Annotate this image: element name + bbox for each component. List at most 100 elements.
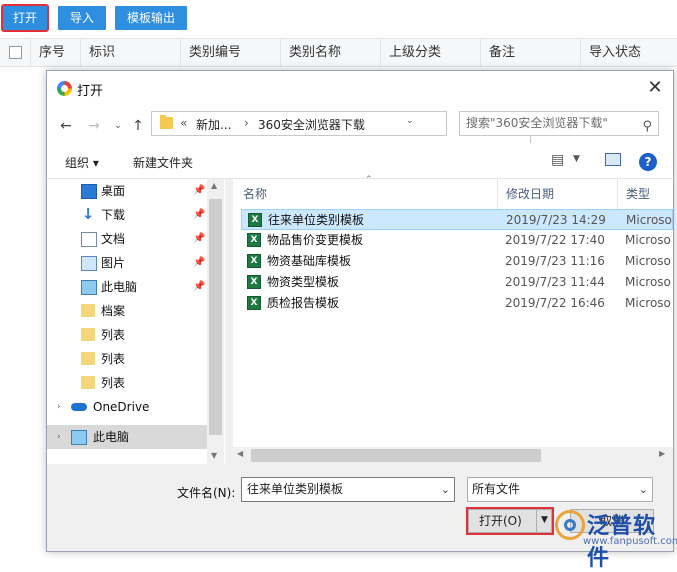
template-export-button[interactable]: 模板输出 xyxy=(115,6,187,30)
file-list-pane: 名称 ⌃ 修改日期 类型 X 往来单位类别模板 2019/7/23 14:29 … xyxy=(233,175,673,464)
file-type: Microso xyxy=(626,213,672,227)
sort-up-icon: ⌃ xyxy=(365,175,373,185)
grid-col-category-name[interactable]: 类别名称 xyxy=(280,39,380,67)
up-arrow-icon[interactable]: ↑ xyxy=(129,117,147,135)
excel-file-icon: X xyxy=(247,296,261,310)
preview-pane-icon[interactable] xyxy=(605,153,621,166)
file-type: Microso xyxy=(625,233,671,247)
scroll-right-icon[interactable]: ▶ xyxy=(659,449,665,458)
recent-locations-chevron-icon[interactable]: ⌄ xyxy=(109,117,127,135)
folder-icon xyxy=(81,328,95,341)
address-overflow[interactable]: « xyxy=(180,116,187,130)
excel-file-icon: X xyxy=(248,213,262,227)
file-row[interactable]: X 质检报告模板 2019/7/22 16:46 Microso xyxy=(241,293,673,314)
folder-icon xyxy=(81,304,95,317)
nav-item-onedrive[interactable]: › OneDrive xyxy=(47,395,207,419)
file-date: 2019/7/23 11:16 xyxy=(505,254,605,268)
grid-col-category-code[interactable]: 类别编号 xyxy=(180,39,280,67)
chevron-down-icon[interactable]: ⌄ xyxy=(441,478,450,501)
nav-item-documents[interactable]: 文档 📌 xyxy=(47,227,207,251)
open-options-dropdown-icon[interactable]: ▼ xyxy=(536,509,552,533)
scroll-down-icon[interactable]: ▼ xyxy=(211,451,217,460)
select-all-checkbox[interactable] xyxy=(9,46,22,59)
nav-item-list-2[interactable]: 列表 xyxy=(47,347,207,371)
view-dropdown-icon[interactable]: ▼ xyxy=(573,154,580,164)
file-row[interactable]: X 物资类型模板 2019/7/23 11:44 Microso xyxy=(241,272,673,293)
folder-icon xyxy=(81,352,95,365)
open-file-dialog: 打开 ✕ ← → ⌄ ↑ « 新加... › 360安全浏览器下载 ⌄ ↻ 搜索… xyxy=(46,70,674,552)
scroll-left-icon[interactable]: ◀ xyxy=(237,449,243,458)
file-row[interactable]: X 物品售价变更模板 2019/7/22 17:40 Microso xyxy=(241,230,673,251)
nav-item-pictures[interactable]: 图片 📌 xyxy=(47,251,207,275)
file-type: Microso xyxy=(625,275,671,289)
file-row[interactable]: X 往来单位类别模板 2019/7/23 14:29 Microso xyxy=(241,209,673,230)
column-header-type[interactable]: 类型 xyxy=(617,179,677,209)
scrollbar-thumb[interactable] xyxy=(251,449,541,462)
nav-item-list-3[interactable]: 列表 xyxy=(47,371,207,395)
excel-file-icon: X xyxy=(247,233,261,247)
nav-item-label: 档案 xyxy=(101,304,126,318)
nav-item-label: 列表 xyxy=(101,376,126,390)
nav-scrollbar[interactable]: ▲ ▼ xyxy=(207,179,224,464)
grid-header: 序号 标识 类别编号 类别名称 上级分类 备注 导入状态 xyxy=(0,38,677,67)
excel-file-icon: X xyxy=(247,275,261,289)
search-placeholder: 搜索"360安全浏览器下载" xyxy=(466,116,608,130)
forward-arrow-icon[interactable]: → xyxy=(85,117,103,135)
computer-icon xyxy=(81,280,97,295)
nav-item-archive[interactable]: 档案 xyxy=(47,299,207,323)
desktop-icon xyxy=(81,184,97,199)
file-row[interactable]: X 物资基础库模板 2019/7/23 11:16 Microso xyxy=(241,251,673,272)
pin-icon: 📌 xyxy=(193,257,206,268)
breadcrumb-separator[interactable]: › xyxy=(244,116,249,130)
nav-item-downloads[interactable]: ↓ 下载 📌 xyxy=(47,203,207,227)
grid-col-index[interactable]: 序号 xyxy=(30,39,80,67)
nav-item-label: 下载 xyxy=(101,208,126,222)
grid-col-id[interactable]: 标识 xyxy=(80,39,180,67)
excel-file-icon: X xyxy=(247,254,261,268)
nav-item-label: 列表 xyxy=(101,352,126,366)
scroll-up-icon[interactable]: ▲ xyxy=(211,181,217,190)
document-icon xyxy=(81,232,97,247)
file-date: 2019/7/22 17:40 xyxy=(505,233,605,247)
horizontal-scrollbar[interactable]: ◀ ▶ xyxy=(233,447,673,464)
scrollbar-thumb[interactable] xyxy=(209,199,222,435)
nav-item-label: 列表 xyxy=(101,328,126,342)
file-name: 质检报告模板 xyxy=(267,296,340,310)
nav-item-list-1[interactable]: 列表 xyxy=(47,323,207,347)
back-arrow-icon[interactable]: ← xyxy=(57,117,75,135)
new-folder-button[interactable]: 新建文件夹 xyxy=(133,154,193,171)
grid-col-remark[interactable]: 备注 xyxy=(480,39,580,67)
chevron-down-icon[interactable]: ⌄ xyxy=(639,478,648,501)
organize-menu[interactable]: 组织 ▾ xyxy=(65,154,99,171)
nav-item-this-pc[interactable]: › 此电脑 xyxy=(47,425,207,449)
address-bar[interactable]: « 新加... › 360安全浏览器下载 ⌄ ↻ xyxy=(151,111,547,143)
column-header-date[interactable]: 修改日期 xyxy=(497,179,626,209)
grid-col-import-status[interactable]: 导入状态 xyxy=(580,39,677,67)
dialog-title: 打开 xyxy=(77,84,104,99)
breadcrumb-download-folder[interactable]: 360安全浏览器下载 xyxy=(258,116,365,133)
open-button[interactable]: 打开 xyxy=(1,4,49,32)
picture-icon xyxy=(81,256,97,271)
close-icon[interactable]: ✕ xyxy=(643,77,667,99)
nav-item-desktop[interactable]: 桌面 📌 xyxy=(47,179,207,203)
file-date: 2019/7/23 11:44 xyxy=(505,275,605,289)
view-options-icon[interactable]: ▤ xyxy=(551,152,564,168)
address-dropdown-icon[interactable]: ⌄ xyxy=(406,116,414,126)
file-type-select[interactable]: 所有文件 ⌄ xyxy=(467,477,653,502)
search-icon: ⚲ xyxy=(642,119,652,134)
watermark-logo xyxy=(555,510,585,540)
dialog-titlebar: 打开 ✕ xyxy=(47,71,673,105)
watermark: 泛普软件 www.fanpusoft.com xyxy=(555,506,677,571)
breadcrumb-new-volume[interactable]: 新加... xyxy=(196,116,231,133)
help-icon[interactable]: ? xyxy=(639,153,657,171)
import-button[interactable]: 导入 xyxy=(58,6,106,30)
nav-item-this-pc-quick[interactable]: 此电脑 📌 xyxy=(47,275,207,299)
filename-label: 文件名(N): xyxy=(177,486,236,500)
grid-col-parent-category[interactable]: 上级分类 xyxy=(380,39,480,67)
search-input[interactable]: 搜索"360安全浏览器下载" ⚲ xyxy=(459,111,659,136)
navigation-pane: 桌面 📌 ↓ 下载 📌 文档 📌 图片 📌 此电脑 📌 档案 列表 列表 列表 … xyxy=(47,179,225,464)
expand-chevron-icon[interactable]: › xyxy=(57,395,61,419)
nav-item-label: OneDrive xyxy=(93,400,150,414)
filename-input[interactable]: 往来单位类别模板 ⌄ xyxy=(241,477,455,502)
expand-chevron-icon[interactable]: › xyxy=(57,425,61,449)
